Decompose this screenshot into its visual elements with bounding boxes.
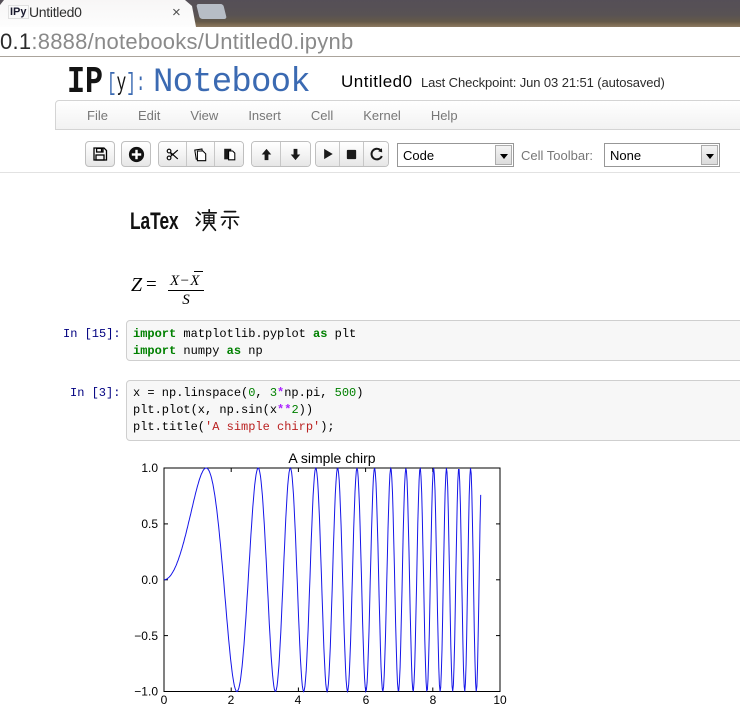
svg-text:0: 0 [161,693,168,707]
svg-text:10: 10 [493,693,507,707]
svg-text:2: 2 [228,693,235,707]
svg-text:A simple chirp: A simple chirp [288,450,375,466]
svg-text:8: 8 [430,693,437,707]
svg-text:1.0: 1.0 [141,461,158,475]
svg-text:−0.5: −0.5 [134,629,158,643]
svg-text:0.5: 0.5 [141,517,158,531]
svg-text:0.0: 0.0 [141,573,158,587]
svg-text:4: 4 [295,693,302,707]
svg-text:−1.0: −1.0 [134,685,158,699]
svg-text:6: 6 [363,693,370,707]
